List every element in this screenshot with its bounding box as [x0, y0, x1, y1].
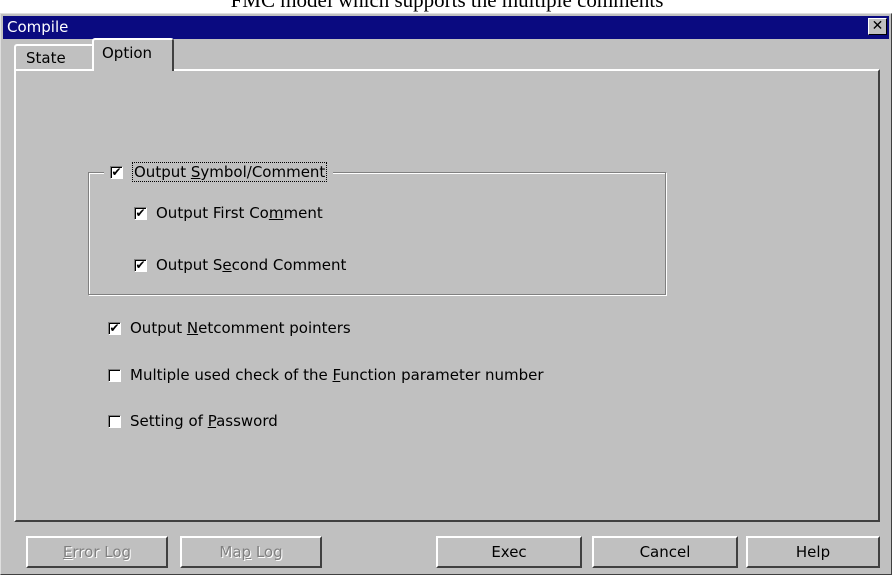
- symbol-comment-groupbox: [88, 172, 666, 295]
- tab-state[interactable]: State: [14, 44, 94, 69]
- button-label: Log: [251, 543, 283, 561]
- label-accel: N: [186, 319, 199, 337]
- button-label: rror Log: [72, 543, 132, 561]
- label-text: Output: [134, 163, 191, 181]
- label-text: Output S: [156, 256, 223, 274]
- button-accel: p: [241, 543, 252, 561]
- help-button[interactable]: Help: [746, 536, 880, 568]
- close-button[interactable]: ✕: [868, 18, 887, 35]
- check-mark-icon: ✔: [135, 257, 146, 272]
- close-icon: ✕: [871, 18, 884, 34]
- output-second-comment-checkbox[interactable]: ✔ Output Second Comment: [134, 255, 346, 275]
- error-log-button[interactable]: Error Log: [26, 536, 168, 568]
- checkbox-box: ✔: [110, 164, 123, 179]
- label-accel: m: [268, 204, 284, 222]
- tab-option-label: Option: [102, 44, 153, 62]
- multiple-used-check-label: Multiple used check of the Function para…: [130, 366, 544, 384]
- button-label: Ma: [219, 543, 242, 561]
- label-text: Output: [130, 319, 187, 337]
- label-accel: P: [207, 412, 217, 430]
- label-text: Setting of: [130, 412, 208, 430]
- output-first-comment-checkbox[interactable]: ✔ Output First Comment: [134, 203, 323, 223]
- output-netcomment-pointers-label: Output Netcomment pointers: [130, 319, 351, 337]
- checkbox-box: [108, 414, 121, 428]
- checkbox-box: ✔: [134, 205, 147, 220]
- checkbox-box: ✔: [134, 257, 147, 272]
- output-netcomment-pointers-checkbox[interactable]: ✔ Output Netcomment pointers: [108, 318, 351, 338]
- cancel-button[interactable]: Cancel: [592, 536, 738, 568]
- label-text: ymbol/Comment: [200, 163, 326, 181]
- button-label: Exec: [491, 543, 527, 561]
- tab-state-label: State: [26, 49, 66, 67]
- figure-caption: FMC model which supports the multiple co…: [230, 0, 664, 12]
- map-log-button[interactable]: Map Log: [180, 536, 322, 568]
- label-text: assword: [216, 412, 278, 430]
- setting-of-password-label: Setting of Password: [130, 412, 278, 430]
- label-text: Multiple used check of the: [130, 366, 333, 384]
- check-mark-icon: ✔: [135, 205, 146, 220]
- check-mark-icon: ✔: [109, 320, 120, 335]
- multiple-used-check-checkbox[interactable]: Multiple used check of the Function para…: [108, 365, 544, 385]
- label-text: Output First Co: [156, 204, 269, 222]
- window-title: Compile: [7, 18, 69, 36]
- button-label: Cancel: [639, 543, 691, 561]
- output-second-comment-label: Output Second Comment: [156, 256, 346, 274]
- check-mark-icon: ✔: [111, 164, 122, 179]
- label-text: unction parameter number: [340, 366, 544, 384]
- checkbox-box: [108, 368, 121, 382]
- output-first-comment-label: Output First Comment: [156, 204, 323, 222]
- output-symbol-comment-label: Output Symbol/Comment: [132, 162, 328, 182]
- button-label: Help: [795, 543, 831, 561]
- title-bar: Compile ✕: [3, 16, 889, 39]
- setting-of-password-checkbox[interactable]: Setting of Password: [108, 411, 278, 431]
- output-symbol-comment-checkbox[interactable]: ✔ Output Symbol/Comment: [104, 162, 334, 182]
- exec-button[interactable]: Exec: [436, 536, 582, 568]
- label-accel: e: [222, 256, 232, 274]
- label-accel: S: [190, 163, 201, 181]
- label-text: ment: [283, 204, 323, 222]
- option-panel: [14, 69, 880, 522]
- button-accel: E: [62, 543, 73, 561]
- tab-option[interactable]: Option: [92, 38, 174, 71]
- label-text: cond Comment: [231, 256, 347, 274]
- checkbox-box: ✔: [108, 320, 121, 335]
- label-text: etcomment pointers: [198, 319, 351, 337]
- group-legend: ✔ Output Symbol/Comment: [104, 162, 334, 182]
